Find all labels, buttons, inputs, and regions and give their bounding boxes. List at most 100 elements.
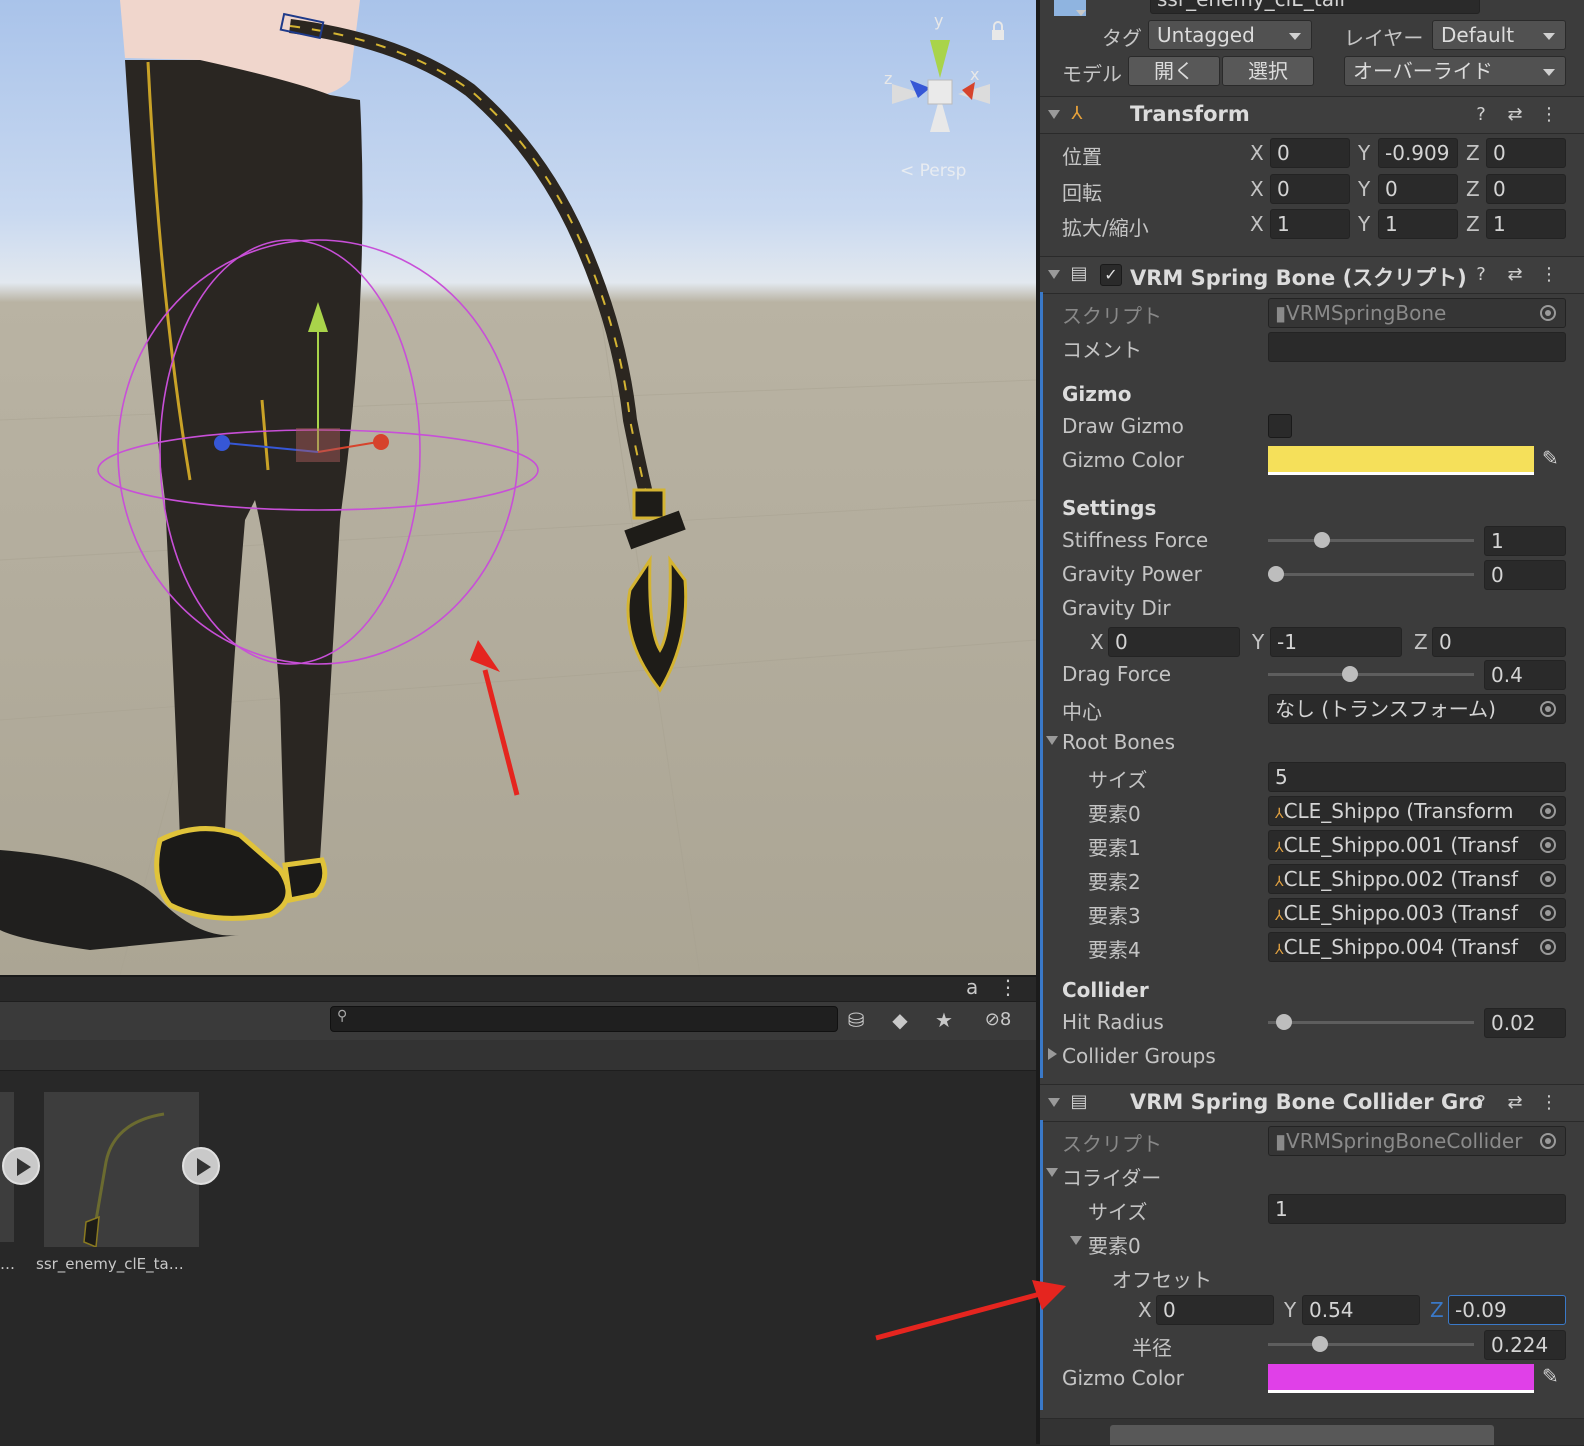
eyedropper-icon[interactable]: ✎ bbox=[1542, 1364, 1559, 1388]
project-search-input[interactable]: ⚲ bbox=[330, 1006, 838, 1032]
collider-groups-foldout-icon[interactable] bbox=[1048, 1048, 1057, 1060]
hidden-packages-toggle[interactable]: ⊘8 bbox=[968, 1005, 1028, 1035]
gravity-dir-y-field[interactable]: -1 bbox=[1270, 627, 1402, 657]
help-icon[interactable]: ? bbox=[1470, 104, 1492, 126]
orientation-gizmo[interactable] bbox=[892, 40, 990, 132]
gizmo-color-swatch[interactable] bbox=[1268, 446, 1534, 475]
project-breadcrumb-bar bbox=[0, 1040, 1036, 1071]
offset-x-field[interactable]: 0 bbox=[1156, 1295, 1274, 1325]
root-bone-element-field[interactable]: ⅄CLE_Shippo.002 (Transf bbox=[1268, 864, 1566, 894]
collider-group-foldout-icon[interactable] bbox=[1048, 1098, 1060, 1107]
collider-gizmo-color-swatch[interactable] bbox=[1268, 1364, 1534, 1393]
comment-field[interactable] bbox=[1268, 332, 1566, 362]
transform-icon: ⅄ bbox=[1275, 942, 1284, 958]
position-x-field[interactable]: 0 bbox=[1270, 138, 1350, 168]
center-picker-icon[interactable] bbox=[1540, 701, 1556, 717]
collider-group-header[interactable]: ▤ VRM Spring Bone Collider Gro ? ⇄ ⋮ bbox=[1040, 1084, 1584, 1122]
spring-bone-foldout-icon[interactable] bbox=[1048, 270, 1060, 279]
object-picker-icon[interactable] bbox=[1540, 305, 1556, 321]
filter-by-label-icon[interactable]: ◆ bbox=[880, 1005, 920, 1035]
rotation-z-axis: Z bbox=[1466, 177, 1480, 201]
stiffness-slider-thumb[interactable] bbox=[1314, 532, 1330, 548]
hit-radius-field[interactable]: 0.02 bbox=[1484, 1008, 1566, 1038]
root-bone-element-field[interactable]: ⅄CLE_Shippo.004 (Transf bbox=[1268, 932, 1566, 962]
preset-icon[interactable]: ⇄ bbox=[1504, 264, 1526, 286]
gizmo-z-label: z bbox=[884, 69, 892, 88]
hit-radius-slider-track[interactable] bbox=[1268, 1021, 1474, 1024]
asset-play-button-tail[interactable] bbox=[182, 1147, 220, 1185]
asset-play-button-prev[interactable] bbox=[2, 1147, 40, 1185]
gravity-power-slider-track[interactable] bbox=[1268, 573, 1474, 576]
scale-x-field[interactable]: 1 bbox=[1270, 209, 1350, 239]
preset-icon[interactable]: ⇄ bbox=[1504, 104, 1526, 126]
favorite-star-icon[interactable]: ★ bbox=[924, 1005, 964, 1035]
component-menu-icon[interactable]: ⋮ bbox=[1538, 1092, 1560, 1114]
model-open-button[interactable]: 開く bbox=[1128, 56, 1220, 86]
gravity-power-slider-thumb[interactable] bbox=[1268, 566, 1284, 582]
radius-field[interactable]: 0.224 bbox=[1484, 1330, 1566, 1360]
asset-tile-tail[interactable] bbox=[44, 1092, 199, 1249]
transform-foldout-icon[interactable] bbox=[1048, 110, 1060, 119]
root-bone-element-field[interactable]: ⅄CLE_Shippo.001 (Transf bbox=[1268, 830, 1566, 860]
layer-dropdown[interactable]: Default bbox=[1432, 20, 1566, 50]
filter-by-type-icon[interactable]: ⛁ bbox=[836, 1005, 876, 1035]
scale-z-field[interactable]: 1 bbox=[1486, 209, 1566, 239]
object-picker-icon[interactable] bbox=[1540, 871, 1556, 887]
stiffness-field[interactable]: 1 bbox=[1484, 526, 1566, 556]
center-field[interactable]: なし (トランスフォーム) bbox=[1268, 694, 1566, 724]
panel-lock-label[interactable]: a bbox=[966, 975, 978, 999]
panel-menu-icon[interactable]: ⋮ bbox=[998, 975, 1018, 999]
drag-force-field[interactable]: 0.4 bbox=[1484, 660, 1566, 690]
colliders-size-field[interactable]: 1 bbox=[1268, 1194, 1566, 1224]
drag-force-slider-thumb[interactable] bbox=[1342, 666, 1358, 682]
stiffness-slider-track[interactable] bbox=[1268, 539, 1474, 542]
root-bones-foldout-icon[interactable] bbox=[1046, 736, 1058, 745]
gravity-dir-z-field[interactable]: 0 bbox=[1432, 627, 1566, 657]
offset-y-field[interactable]: 0.54 bbox=[1302, 1295, 1420, 1325]
colliders-foldout-icon[interactable] bbox=[1046, 1168, 1058, 1177]
radius-slider-thumb[interactable] bbox=[1312, 1336, 1328, 1352]
preset-icon[interactable]: ⇄ bbox=[1504, 1092, 1526, 1114]
component-menu-icon[interactable]: ⋮ bbox=[1538, 264, 1560, 286]
scene-view[interactable]: y z x < Persp bbox=[0, 0, 1036, 975]
projection-label[interactable]: < Persp bbox=[900, 161, 966, 181]
draw-gizmo-checkbox[interactable] bbox=[1268, 414, 1292, 438]
gravity-dir-x-field[interactable]: 0 bbox=[1108, 627, 1240, 657]
radius-slider-track[interactable] bbox=[1268, 1343, 1474, 1346]
object-name-field[interactable]: ssr_enemy_clE_tail bbox=[1150, 0, 1480, 14]
rotation-y-field[interactable]: 0 bbox=[1378, 174, 1458, 204]
object-picker-icon[interactable] bbox=[1540, 837, 1556, 853]
component-menu-icon[interactable]: ⋮ bbox=[1538, 104, 1560, 126]
root-bone-element-field[interactable]: ⅄CLE_Shippo.003 (Transf bbox=[1268, 898, 1566, 928]
offset-z-field[interactable]: -0.09 bbox=[1448, 1295, 1566, 1325]
root-bone-element-field[interactable]: ⅄CLE_Shippo (Transform bbox=[1268, 796, 1566, 826]
object-picker-icon[interactable] bbox=[1540, 803, 1556, 819]
scale-y-field[interactable]: 1 bbox=[1378, 209, 1458, 239]
eyedropper-icon[interactable]: ✎ bbox=[1542, 446, 1559, 470]
model-select-button[interactable]: 選択 bbox=[1222, 56, 1314, 86]
object-picker-icon[interactable] bbox=[1540, 1133, 1556, 1149]
icon-dropdown-arrow[interactable] bbox=[1076, 10, 1086, 16]
help-icon[interactable]: ? bbox=[1470, 264, 1492, 286]
tag-dropdown[interactable]: Untagged bbox=[1148, 20, 1312, 50]
drag-force-slider-track[interactable] bbox=[1268, 673, 1474, 676]
position-z-field[interactable]: 0 bbox=[1486, 138, 1566, 168]
rotation-y-axis: Y bbox=[1358, 177, 1371, 201]
position-y-field[interactable]: -0.909 bbox=[1378, 138, 1458, 168]
collider-element-foldout-icon[interactable] bbox=[1070, 1236, 1082, 1245]
help-icon[interactable]: ? bbox=[1470, 1092, 1492, 1114]
rotation-z-field[interactable]: 0 bbox=[1486, 174, 1566, 204]
spring-bone-header[interactable]: ▤ ✓ VRM Spring Bone (スクリプト) ? ⇄ ⋮ bbox=[1040, 256, 1584, 294]
transform-header[interactable]: ⅄ Transform ? ⇄ ⋮ bbox=[1040, 96, 1584, 134]
add-component-button[interactable] bbox=[1110, 1425, 1494, 1445]
gravity-power-field[interactable]: 0 bbox=[1484, 560, 1566, 590]
lock-icon[interactable] bbox=[992, 21, 1004, 40]
object-picker-icon[interactable] bbox=[1540, 905, 1556, 921]
hit-radius-slider-thumb[interactable] bbox=[1276, 1014, 1292, 1030]
overrides-dropdown[interactable]: オーバーライド bbox=[1344, 56, 1566, 86]
tag-label: タグ bbox=[1102, 26, 1142, 50]
spring-bone-enabled-checkbox[interactable]: ✓ bbox=[1100, 264, 1122, 286]
object-picker-icon[interactable] bbox=[1540, 939, 1556, 955]
root-bones-size-field[interactable]: 5 bbox=[1268, 762, 1566, 792]
rotation-x-field[interactable]: 0 bbox=[1270, 174, 1350, 204]
